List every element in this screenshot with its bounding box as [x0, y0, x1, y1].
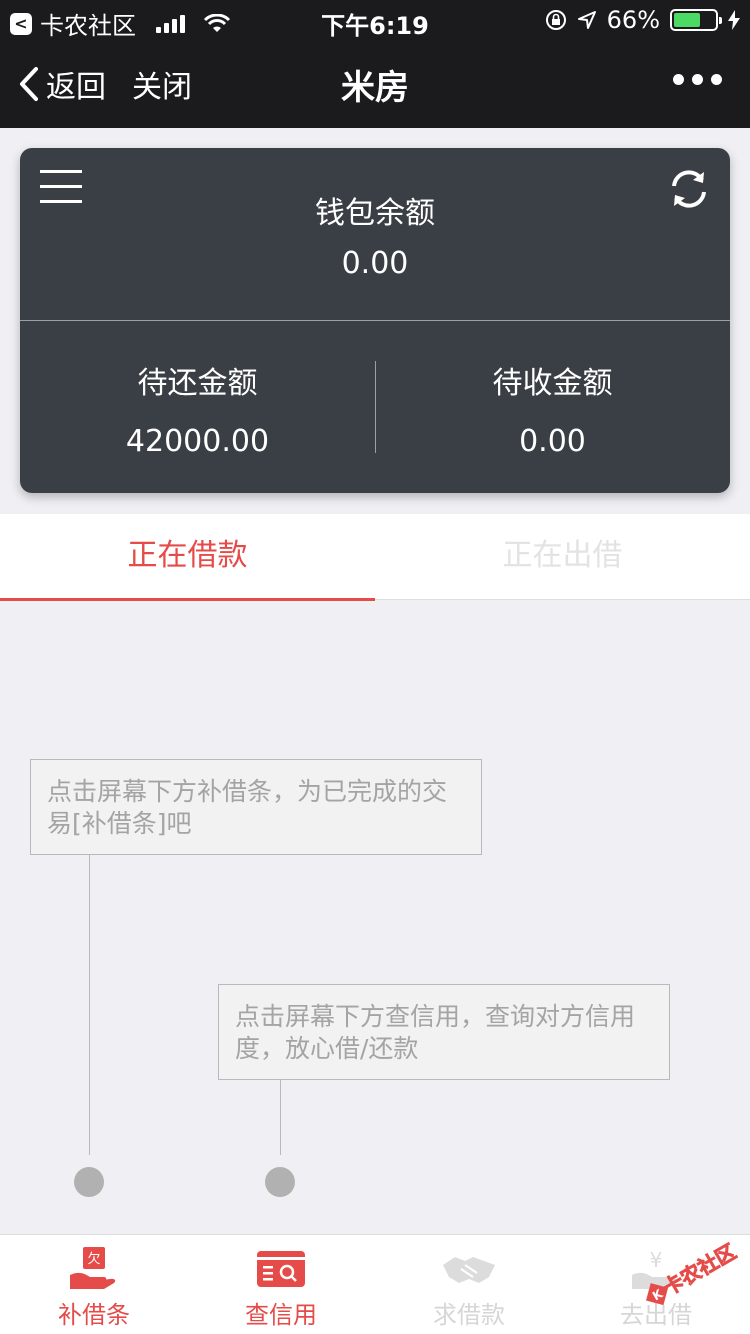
back-label: 返回 [46, 70, 106, 105]
to-receive-label: 待收金额 [492, 366, 613, 401]
svg-text:¥: ¥ [650, 1248, 663, 1272]
bottom-nav: 欠 补借条 查信用 求借款 ¥ 去出借 [0, 1234, 750, 1334]
tab-borrowing[interactable]: 正在借款 [0, 514, 375, 601]
status-bar: < 卡农社区 下午6:19 66% [0, 0, 750, 40]
close-button[interactable]: 关闭 [132, 62, 192, 106]
charging-bolt-icon [728, 10, 740, 30]
wallet-card: 钱包余额 0.00 待还金额 42000.00 待收金额 0.00 [20, 148, 730, 493]
hint-anchor-dot [74, 1167, 104, 1197]
bottom-nav-lend-label: 去出借 [620, 1301, 692, 1329]
to-receive-value: 0.00 [519, 424, 586, 459]
battery-percent: 66% [606, 6, 660, 34]
status-right: 66% [545, 6, 740, 34]
back-button[interactable]: 返回 [18, 62, 106, 106]
hint-iou-tooltip: 点击屏幕下方补借条，为已完成的交易[补借条]吧 [30, 759, 482, 855]
credit-search-icon [257, 1251, 305, 1287]
hint-anchor-dot [265, 1167, 295, 1197]
tab-bar: 正在借款 正在出借 [0, 514, 750, 601]
hint-credit-tooltip: 点击屏幕下方查信用，查询对方信用度，放心借/还款 [218, 984, 670, 1080]
svg-text:欠: 欠 [87, 1251, 100, 1267]
card-divider [20, 320, 730, 321]
tab-lending[interactable]: 正在出借 [375, 514, 750, 600]
to-repay-section[interactable]: 待还金额 42000.00 [20, 358, 375, 459]
balance-label: 钱包余额 [315, 196, 435, 231]
hint-leader-line [89, 855, 90, 1155]
iou-hand-icon: 欠 [70, 1247, 116, 1289]
bottom-nav-iou[interactable]: 欠 补借条 [0, 1235, 188, 1334]
handshake-icon [443, 1257, 495, 1283]
to-repay-value: 42000.00 [125, 424, 270, 459]
bottom-nav-request-loan-label: 求借款 [433, 1301, 505, 1329]
navigation-bar: 返回 关闭 米房 [0, 40, 750, 128]
to-receive-section[interactable]: 待收金额 0.00 [375, 358, 730, 459]
bottom-nav-credit-label: 查信用 [245, 1301, 317, 1329]
bottom-nav-iou-label: 补借条 [58, 1301, 130, 1329]
bottom-nav-credit[interactable]: 查信用 [187, 1235, 375, 1334]
page-title: 米房 [341, 68, 409, 108]
battery-icon [670, 9, 722, 31]
chevron-left-icon [20, 67, 38, 101]
hint-leader-line [280, 1080, 281, 1155]
yen-hand-icon: ¥ [632, 1248, 678, 1289]
bottom-nav-lend[interactable]: ¥ 去出借 [562, 1235, 750, 1334]
location-arrow-icon [577, 11, 596, 29]
to-repay-label: 待还金额 [137, 366, 258, 401]
bottom-nav-request-loan[interactable]: 求借款 [375, 1235, 563, 1334]
orientation-lock-icon [545, 10, 566, 30]
more-options-icon[interactable] [673, 74, 722, 85]
balance-value: 0.00 [341, 246, 409, 281]
